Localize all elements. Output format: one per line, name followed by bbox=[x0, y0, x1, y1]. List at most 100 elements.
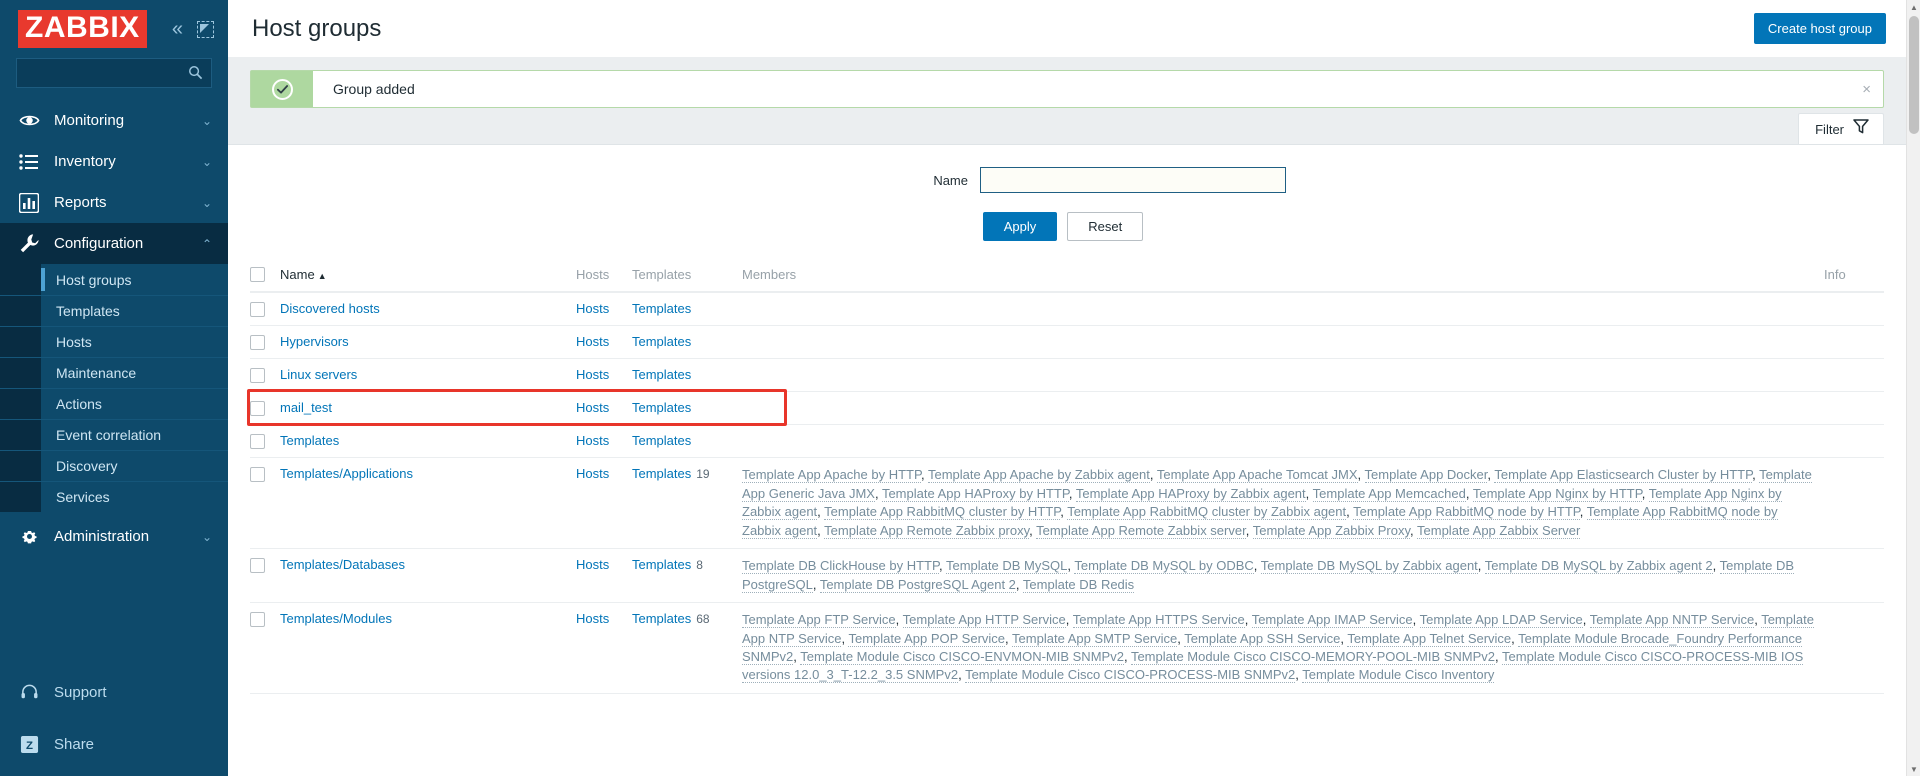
sidebar-item-configuration[interactable]: Configuration ⌃ bbox=[0, 223, 228, 264]
member-link[interactable]: Template App RabbitMQ node by HTTP bbox=[1353, 504, 1580, 521]
templates-link[interactable]: Templates bbox=[632, 433, 691, 448]
hosts-link[interactable]: Hosts bbox=[576, 301, 609, 316]
funnel-icon[interactable] bbox=[1853, 119, 1869, 139]
member-link[interactable]: Template App FTP Service bbox=[742, 612, 896, 629]
scrollbar-thumb[interactable] bbox=[1909, 16, 1919, 134]
group-name-link[interactable]: Templates/Databases bbox=[280, 557, 405, 572]
member-link[interactable]: Template Module Cisco CISCO-MEMORY-POOL-… bbox=[1130, 649, 1496, 665]
sidebar-item-actions[interactable]: Actions bbox=[0, 388, 228, 419]
sidebar-item-host-groups[interactable]: Host groups bbox=[0, 264, 228, 295]
sidebar-item-share[interactable]: Z Share bbox=[0, 718, 228, 770]
sidebar-item-templates[interactable]: Templates bbox=[0, 295, 228, 326]
member-link[interactable]: Template DB MySQL by Zabbix agent 2 bbox=[1484, 558, 1713, 575]
member-link[interactable]: Template Module Cisco CISCO-PROCESS-MIB … bbox=[965, 667, 1296, 684]
scroll-up-arrow[interactable]: ▲ bbox=[1907, 0, 1920, 14]
sidebar-item-reports[interactable]: Reports ⌄ bbox=[0, 182, 228, 223]
member-link[interactable]: Template App RabbitMQ cluster by HTTP bbox=[824, 504, 1061, 521]
collapse-sidebar-icon[interactable]: « bbox=[172, 19, 183, 39]
member-link[interactable]: Template App Apache by Zabbix agent bbox=[927, 467, 1150, 484]
sidebar-item-event-correlation[interactable]: Event correlation bbox=[0, 419, 228, 450]
hosts-link[interactable]: Hosts bbox=[576, 367, 609, 382]
row-checkbox[interactable] bbox=[250, 302, 265, 318]
member-link[interactable]: Template App HTTP Service bbox=[902, 612, 1066, 629]
select-all-checkbox[interactable] bbox=[250, 267, 265, 283]
scroll-down-arrow[interactable]: ▼ bbox=[1907, 762, 1920, 776]
sidebar-item-discovery[interactable]: Discovery bbox=[0, 450, 228, 481]
templates-link[interactable]: Templates bbox=[632, 466, 691, 481]
member-link[interactable]: Template App SSH Service bbox=[1184, 630, 1341, 647]
group-name-link[interactable]: Hypervisors bbox=[280, 334, 349, 349]
member-link[interactable]: Template App Apache Tomcat JMX bbox=[1156, 467, 1358, 484]
group-name-link[interactable]: mail_test bbox=[280, 400, 332, 415]
member-link[interactable]: Template App SMTP Service bbox=[1012, 630, 1178, 647]
member-link[interactable]: Template DB PostgreSQL Agent 2 bbox=[819, 576, 1016, 593]
member-link[interactable]: Template DB Redis bbox=[1022, 576, 1135, 593]
member-link[interactable]: Template App LDAP Service bbox=[1419, 612, 1583, 629]
vertical-scrollbar[interactable]: ▲ ▼ bbox=[1906, 0, 1920, 776]
row-checkbox[interactable] bbox=[250, 401, 265, 417]
member-link[interactable]: Template App NNTP Service bbox=[1589, 612, 1755, 629]
sidebar-item-inventory[interactable]: Inventory ⌄ bbox=[0, 141, 228, 182]
sidebar-item-maintenance[interactable]: Maintenance bbox=[0, 357, 228, 388]
templates-link[interactable]: Templates bbox=[632, 367, 691, 382]
member-link[interactable]: Template Module Cisco Inventory bbox=[1302, 667, 1495, 684]
member-link[interactable]: Template App Zabbix Server bbox=[1417, 522, 1581, 539]
sidebar-item-hosts[interactable]: Hosts bbox=[0, 326, 228, 357]
group-name-link[interactable]: Templates/Applications bbox=[280, 466, 413, 481]
sort-name-link[interactable]: Name bbox=[280, 267, 315, 282]
templates-link[interactable]: Templates bbox=[632, 557, 691, 572]
templates-link[interactable]: Templates bbox=[632, 611, 691, 626]
row-checkbox[interactable] bbox=[250, 467, 265, 483]
zabbix-logo[interactable]: ZABBIX bbox=[18, 10, 147, 48]
member-link[interactable]: Template App Nginx by HTTP bbox=[1472, 485, 1642, 502]
member-link[interactable]: Template App Elasticsearch Cluster by HT… bbox=[1494, 467, 1753, 484]
sidebar-item-administration[interactable]: Administration ⌄ bbox=[0, 516, 228, 557]
group-name-link[interactable]: Linux servers bbox=[280, 367, 357, 382]
tab-filter[interactable]: Filter bbox=[1798, 113, 1884, 144]
search-icon[interactable] bbox=[188, 65, 203, 85]
row-checkbox[interactable] bbox=[250, 612, 265, 628]
close-icon[interactable]: × bbox=[1862, 82, 1883, 97]
hosts-link[interactable]: Hosts bbox=[576, 400, 609, 415]
member-link[interactable]: Template DB MySQL by ODBC bbox=[1074, 558, 1254, 575]
member-link[interactable]: Template App Telnet Service bbox=[1347, 630, 1512, 647]
templates-link[interactable]: Templates bbox=[632, 400, 691, 415]
apply-button[interactable]: Apply bbox=[982, 212, 1058, 241]
hosts-link[interactable]: Hosts bbox=[576, 466, 609, 481]
filter-name-input[interactable] bbox=[980, 167, 1286, 193]
hosts-link[interactable]: Hosts bbox=[576, 557, 609, 572]
hosts-link[interactable]: Hosts bbox=[576, 433, 609, 448]
member-link[interactable]: Template App HAProxy by Zabbix agent bbox=[1075, 485, 1306, 502]
sidebar-item-support[interactable]: Support bbox=[0, 666, 228, 718]
member-link[interactable]: Template DB ClickHouse by HTTP bbox=[742, 558, 939, 575]
create-host-group-button[interactable]: Create host group bbox=[1753, 13, 1886, 44]
member-link[interactable]: Template App Zabbix Proxy bbox=[1252, 522, 1411, 539]
member-link[interactable]: Template App Docker bbox=[1364, 467, 1488, 484]
sidebar-search[interactable] bbox=[16, 58, 212, 88]
member-link[interactable]: Template App POP Service bbox=[848, 630, 1006, 647]
row-checkbox[interactable] bbox=[250, 368, 265, 384]
row-checkbox[interactable] bbox=[250, 335, 265, 351]
member-link[interactable]: Template App Remote Zabbix proxy bbox=[824, 522, 1030, 539]
member-link[interactable]: Template Module Cisco CISCO-ENVMON-MIB S… bbox=[800, 649, 1124, 665]
sidebar-item-monitoring[interactable]: Monitoring ⌄ bbox=[0, 100, 228, 141]
member-link[interactable]: Template App HAProxy by HTTP bbox=[881, 485, 1069, 502]
member-link[interactable]: Template App HTTPS Service bbox=[1072, 612, 1245, 629]
member-link[interactable]: Template DB MySQL by Zabbix agent bbox=[1260, 558, 1478, 575]
member-link[interactable]: Template App RabbitMQ cluster by Zabbix … bbox=[1067, 504, 1347, 521]
member-link[interactable]: Template App Remote Zabbix server bbox=[1036, 522, 1246, 539]
templates-link[interactable]: Templates bbox=[632, 301, 691, 316]
sidebar-item-services[interactable]: Services bbox=[0, 481, 228, 512]
reset-button[interactable]: Reset bbox=[1067, 212, 1144, 241]
row-checkbox[interactable] bbox=[250, 434, 265, 450]
search-input[interactable] bbox=[17, 65, 211, 81]
hosts-link[interactable]: Hosts bbox=[576, 334, 609, 349]
hosts-link[interactable]: Hosts bbox=[576, 611, 609, 626]
member-link[interactable]: Template App Memcached bbox=[1312, 485, 1466, 502]
group-name-link[interactable]: Templates/Modules bbox=[280, 611, 392, 626]
group-name-link[interactable]: Templates bbox=[280, 433, 339, 448]
hide-sidebar-icon[interactable] bbox=[197, 20, 214, 38]
column-header-name[interactable]: Name ▲ bbox=[280, 257, 576, 294]
member-link[interactable]: Template DB MySQL bbox=[946, 558, 1068, 575]
group-name-link[interactable]: Discovered hosts bbox=[280, 301, 380, 316]
